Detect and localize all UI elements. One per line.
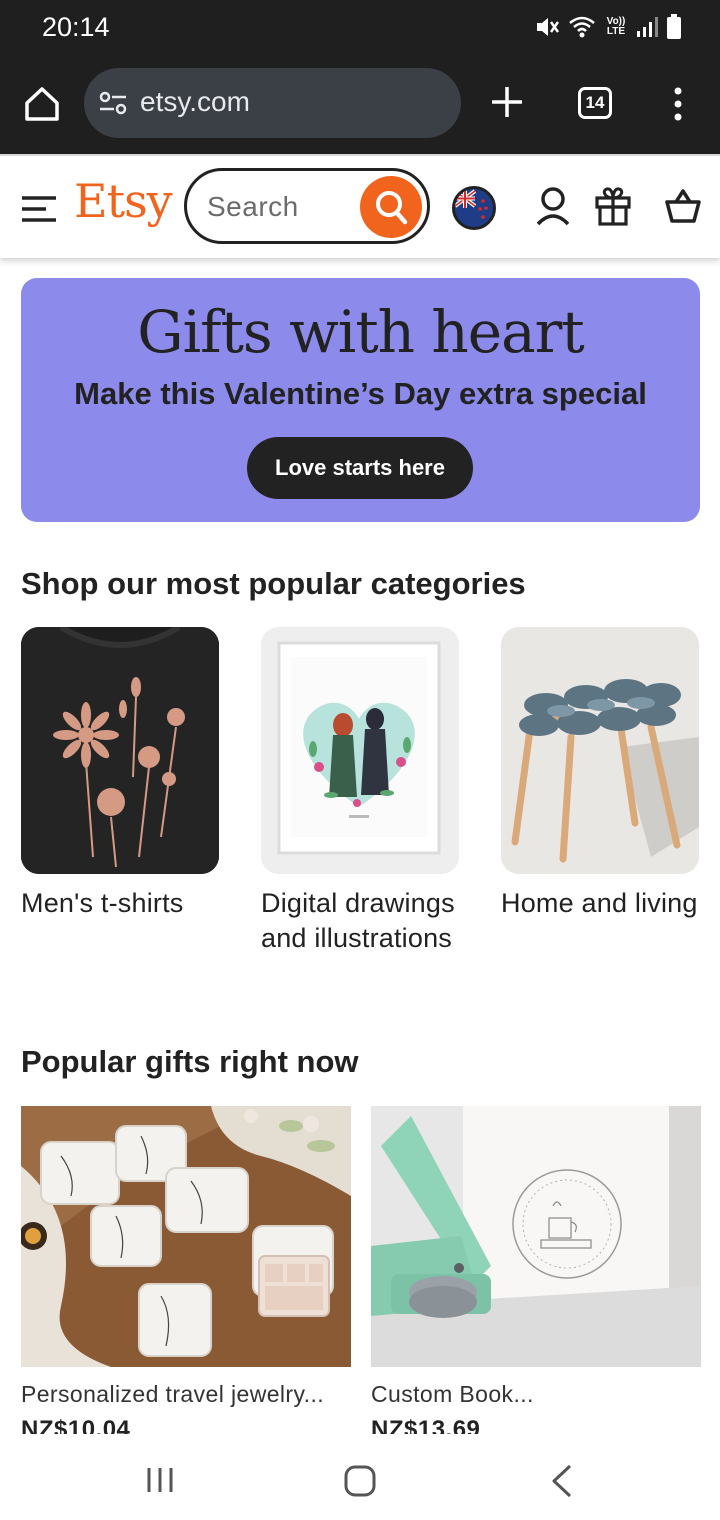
categories-title: Shop our most popular categories	[21, 566, 526, 601]
nz-flag-icon[interactable]	[452, 186, 496, 230]
cart-icon[interactable]	[664, 188, 702, 224]
plus-icon[interactable]	[489, 84, 525, 120]
recent-apps-icon[interactable]	[146, 1467, 174, 1493]
status-time: 20:14	[42, 12, 110, 42]
category-label[interactable]: Men's t-shirts	[21, 886, 219, 921]
account-icon[interactable]	[535, 186, 571, 226]
wifi-icon	[569, 16, 595, 38]
hero-banner: Gifts with heart Make this Valentine’s D…	[21, 278, 700, 522]
mute-icon	[537, 18, 560, 36]
category-card[interactable]: Digital drawings and illustrations	[261, 627, 459, 956]
floral-tshirt-image[interactable]	[21, 627, 219, 874]
category-card[interactable]: Men's t-shirts	[21, 627, 219, 921]
battery-icon	[667, 14, 681, 39]
search-icon	[376, 191, 408, 225]
home-button-icon[interactable]	[344, 1465, 376, 1497]
jewelry-boxes-image[interactable]	[21, 1106, 351, 1367]
etsy-logo[interactable]: Etsy	[74, 174, 173, 228]
gift-price: NZ$13.69	[371, 1416, 481, 1434]
search-input[interactable]: Search	[184, 168, 430, 244]
gift-price: NZ$10.04	[21, 1416, 131, 1434]
gift-card[interactable]: Personalized travel jewelry... NZ$10.04	[21, 1106, 351, 1434]
hero-cta-button[interactable]: Love starts here	[247, 437, 473, 499]
category-label[interactable]: Home and living	[501, 886, 699, 921]
gifts-title: Popular gifts right now	[21, 1044, 359, 1079]
status-icons: Vo)) LTE	[534, 14, 682, 40]
hero-subtitle: Make this Valentine’s Day extra special	[74, 376, 647, 411]
book-embosser-image[interactable]	[371, 1106, 701, 1367]
etsy-header: Etsy Search	[0, 154, 720, 258]
volte-icon: Vo)) LTE	[606, 16, 626, 37]
hero-title: Gifts with heart	[137, 298, 584, 366]
address-bar[interactable]: etsy.com	[84, 68, 461, 138]
browser-toolbar: etsy.com 14	[0, 54, 720, 154]
search-placeholder: Search	[207, 191, 299, 222]
signal-icon	[637, 17, 658, 37]
back-icon[interactable]	[550, 1464, 574, 1498]
gift-title[interactable]: Personalized travel jewelry...	[21, 1381, 351, 1408]
site-settings-icon[interactable]	[98, 88, 128, 118]
woven-stool-image[interactable]	[501, 627, 699, 874]
gift-icon[interactable]	[594, 186, 632, 226]
search-button[interactable]	[360, 176, 422, 238]
couple-heart-illustration-image[interactable]	[261, 627, 459, 874]
category-label[interactable]: Digital drawings and illustrations	[261, 886, 459, 956]
more-vert-icon[interactable]	[668, 86, 688, 122]
menu-icon[interactable]	[22, 196, 56, 222]
url-text[interactable]: etsy.com	[140, 86, 250, 118]
gift-title[interactable]: Custom Book...	[371, 1381, 701, 1408]
tab-switcher-button[interactable]: 14	[578, 87, 612, 119]
status-bar: 20:14 Vo)) LTE	[0, 0, 720, 54]
system-nav-bar	[0, 1436, 720, 1520]
category-card[interactable]: Home and living	[501, 627, 699, 921]
home-icon[interactable]	[22, 84, 62, 124]
gift-card[interactable]: Custom Book... NZ$13.69	[371, 1106, 701, 1434]
